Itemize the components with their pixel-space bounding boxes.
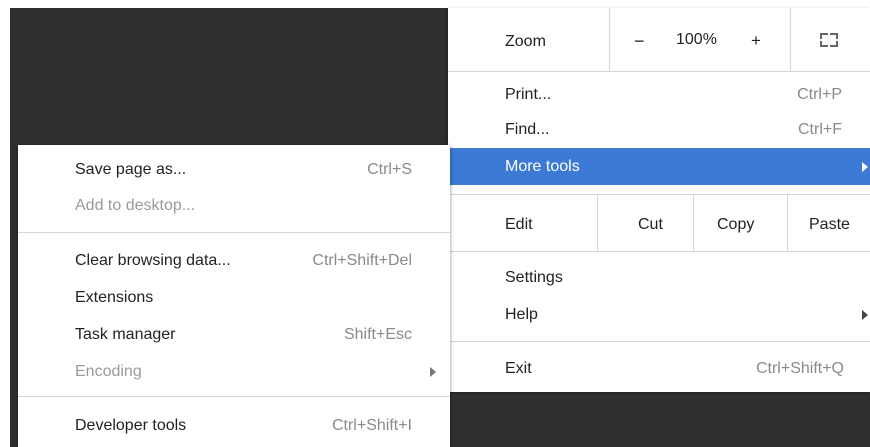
- divider: [597, 195, 598, 251]
- menu-item-find[interactable]: Find... Ctrl+F: [448, 115, 870, 145]
- exit-shortcut: Ctrl+Shift+Q: [755, 360, 844, 377]
- add-to-desktop-label: Add to desktop...: [75, 197, 196, 214]
- encoding-label: Encoding: [75, 363, 142, 380]
- divider: [790, 8, 791, 71]
- divider: [18, 232, 450, 233]
- clear-browsing-data-label: Clear browsing data...: [75, 252, 231, 269]
- divider: [609, 8, 610, 71]
- chevron-right-icon: [862, 162, 868, 172]
- more-tools-submenu: Save page as... Ctrl+S Add to desktop...…: [18, 145, 450, 447]
- menu-item-encoding[interactable]: Encoding: [18, 357, 450, 387]
- zoom-out-button[interactable]: −: [634, 31, 645, 52]
- find-label: Find...: [505, 121, 550, 138]
- divider: [448, 341, 870, 342]
- menu-item-task-manager[interactable]: Task manager Shift+Esc: [18, 320, 450, 350]
- print-shortcut: Ctrl+P: [797, 86, 842, 103]
- chevron-right-icon: [430, 367, 436, 377]
- task-manager-shortcut: Shift+Esc: [343, 326, 412, 343]
- menu-item-add-to-desktop[interactable]: Add to desktop...: [18, 191, 450, 221]
- edit-label: Edit: [505, 216, 533, 233]
- find-shortcut: Ctrl+F: [798, 121, 842, 138]
- fullscreen-icon[interactable]: [820, 33, 838, 47]
- menu-item-extensions[interactable]: Extensions: [18, 283, 450, 313]
- copy-button[interactable]: Copy: [717, 216, 754, 234]
- task-manager-label: Task manager: [75, 326, 176, 343]
- menu-item-more-tools[interactable]: More tools: [448, 148, 870, 185]
- menu-item-exit[interactable]: Exit Ctrl+Shift+Q: [448, 355, 870, 385]
- zoom-in-button[interactable]: +: [751, 31, 761, 51]
- edit-row: Edit Cut Copy Paste: [448, 195, 870, 251]
- paste-button[interactable]: Paste: [809, 216, 850, 234]
- settings-label: Settings: [505, 269, 563, 286]
- developer-tools-label: Developer tools: [75, 417, 187, 434]
- extensions-label: Extensions: [75, 289, 154, 306]
- save-page-shortcut: Ctrl+S: [367, 161, 412, 178]
- chevron-right-icon: [862, 310, 868, 320]
- help-label: Help: [505, 306, 538, 323]
- save-page-label: Save page as...: [75, 161, 187, 178]
- menu-item-settings[interactable]: Settings: [448, 263, 870, 293]
- exit-label: Exit: [505, 360, 532, 377]
- developer-tools-shortcut: Ctrl+Shift+I: [331, 417, 412, 434]
- menu-item-print[interactable]: Print... Ctrl+P: [448, 80, 870, 110]
- print-label: Print...: [505, 86, 552, 103]
- clear-browsing-data-shortcut: Ctrl+Shift+Del: [312, 252, 412, 269]
- zoom-level: 100%: [676, 31, 717, 48]
- menu-item-developer-tools[interactable]: Developer tools Ctrl+Shift+I: [18, 411, 450, 441]
- cut-button[interactable]: Cut: [638, 216, 663, 234]
- chrome-main-menu: Zoom − 100% + Print... Ctrl+P Find... Ct…: [448, 8, 870, 392]
- divider: [18, 396, 450, 397]
- divider: [448, 71, 870, 72]
- menu-item-save-page[interactable]: Save page as... Ctrl+S: [18, 155, 450, 185]
- zoom-row: Zoom − 100% +: [448, 8, 870, 71]
- divider: [693, 195, 694, 251]
- menu-item-clear-browsing-data[interactable]: Clear browsing data... Ctrl+Shift+Del: [18, 246, 450, 276]
- zoom-label: Zoom: [505, 33, 546, 50]
- divider: [448, 251, 870, 252]
- menu-item-help[interactable]: Help: [448, 300, 870, 330]
- divider: [787, 195, 788, 251]
- more-tools-label: More tools: [505, 158, 580, 175]
